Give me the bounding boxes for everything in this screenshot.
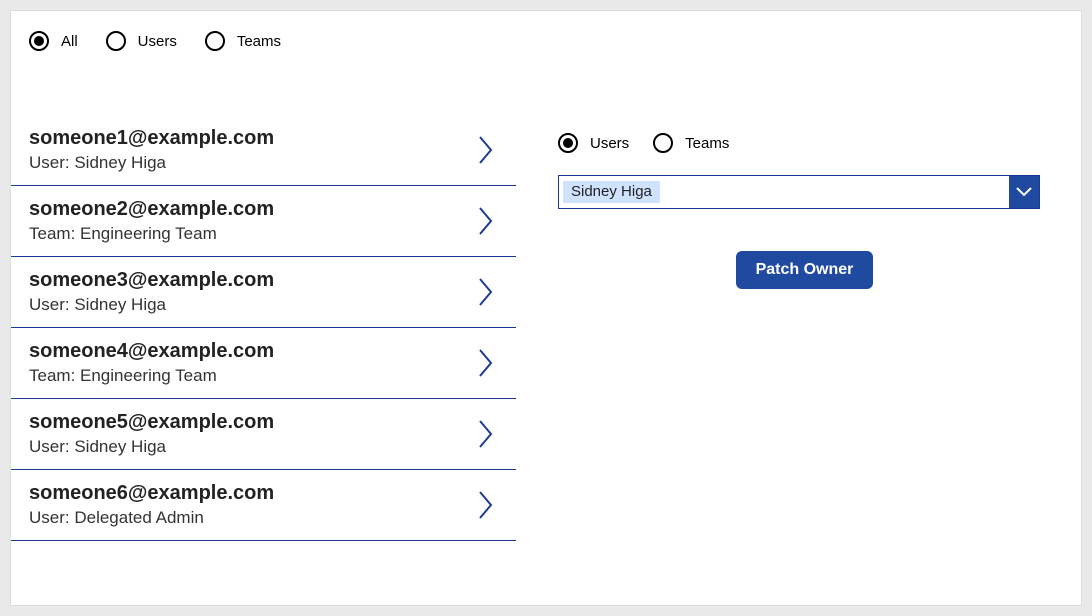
chevron-right-icon — [478, 419, 494, 449]
chevron-right-icon — [478, 277, 494, 307]
item-email: someone3@example.com — [29, 267, 274, 294]
item-email: someone6@example.com — [29, 480, 274, 507]
list-item[interactable]: someone6@example.com User: Delegated Adm… — [11, 470, 516, 541]
owner-dropdown[interactable]: Sidney Higa — [558, 175, 1040, 209]
radio-label: Users — [138, 33, 177, 50]
item-owner: User: Sidney Higa — [29, 152, 274, 175]
content-area: someone1@example.com User: Sidney Higa s… — [11, 119, 1081, 609]
item-email: someone1@example.com — [29, 125, 274, 152]
item-email: someone5@example.com — [29, 409, 274, 436]
item-email: someone2@example.com — [29, 196, 274, 223]
radio-label: Teams — [237, 33, 281, 50]
owner-panel: Users Teams Sidney Higa Patch Owner — [516, 119, 1081, 609]
mailbox-list[interactable]: someone1@example.com User: Sidney Higa s… — [11, 119, 516, 609]
list-item[interactable]: someone1@example.com User: Sidney Higa — [11, 119, 516, 186]
chevron-right-icon — [478, 490, 494, 520]
item-owner: User: Sidney Higa — [29, 436, 274, 459]
top-filter-group: All Users Teams — [11, 11, 1081, 57]
patch-owner-button[interactable]: Patch Owner — [736, 251, 874, 289]
item-owner: Team: Engineering Team — [29, 223, 274, 246]
item-owner: User: Sidney Higa — [29, 294, 274, 317]
list-item[interactable]: someone4@example.com Team: Engineering T… — [11, 328, 516, 399]
radio-owner-teams[interactable]: Teams — [653, 133, 729, 153]
radio-label: Users — [590, 135, 629, 152]
radio-filter-teams[interactable]: Teams — [205, 31, 281, 51]
radio-label: All — [61, 33, 78, 50]
list-item[interactable]: someone2@example.com Team: Engineering T… — [11, 186, 516, 257]
dropdown-selected: Sidney Higa — [563, 181, 660, 203]
chevron-right-icon — [478, 135, 494, 165]
radio-label: Teams — [685, 135, 729, 152]
list-item[interactable]: someone5@example.com User: Sidney Higa — [11, 399, 516, 470]
radio-owner-users[interactable]: Users — [558, 133, 629, 153]
chevron-right-icon — [478, 348, 494, 378]
list-item[interactable]: someone3@example.com User: Sidney Higa — [11, 257, 516, 328]
owner-type-group: Users Teams — [558, 133, 1051, 153]
item-owner: User: Delegated Admin — [29, 507, 274, 530]
app-window: All Users Teams someone1@example.com Use… — [10, 10, 1082, 606]
chevron-down-icon — [1009, 176, 1039, 208]
list-spacer — [11, 541, 516, 609]
radio-filter-users[interactable]: Users — [106, 31, 177, 51]
item-owner: Team: Engineering Team — [29, 365, 274, 388]
chevron-right-icon — [478, 206, 494, 236]
item-email: someone4@example.com — [29, 338, 274, 365]
radio-filter-all[interactable]: All — [29, 31, 78, 51]
